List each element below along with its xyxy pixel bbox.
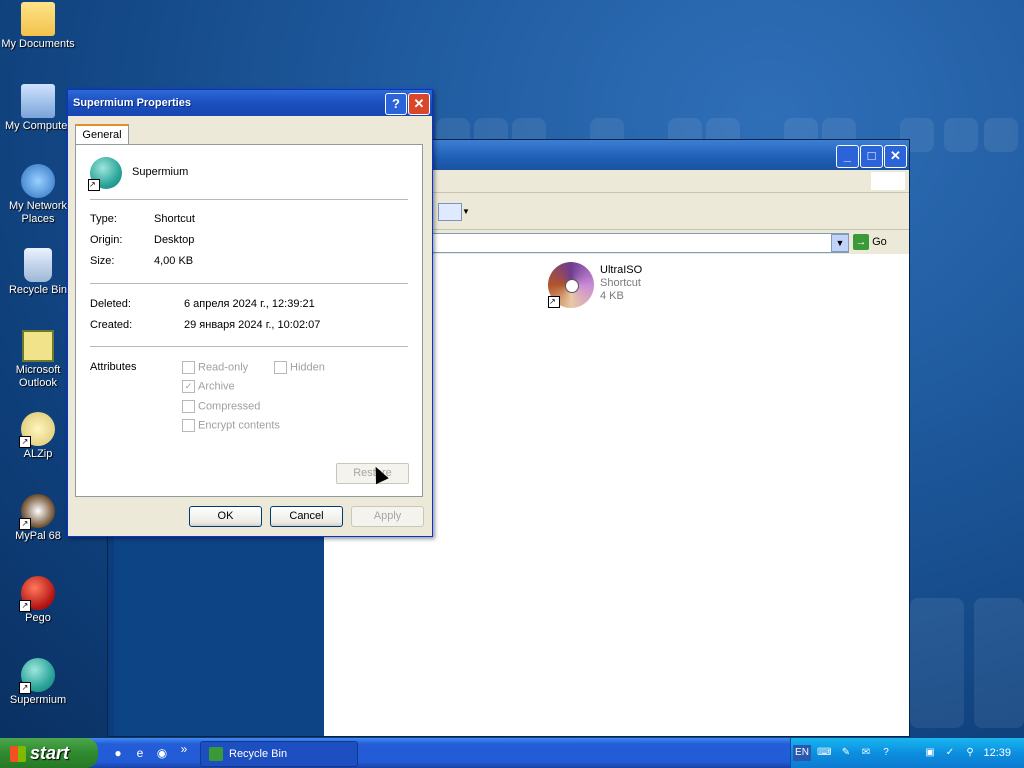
quicklaunch-chevron-icon[interactable]: » — [176, 741, 192, 757]
divider — [90, 346, 408, 347]
mypal-raccoon-icon: ↗ — [19, 494, 55, 530]
checkbox-box — [182, 400, 195, 413]
pego-icon: ↗ — [19, 576, 55, 612]
clock: 12:39 — [983, 747, 1011, 759]
taskbar-item-recycle-bin[interactable]: Recycle Bin — [200, 741, 358, 767]
desktop-decoration — [974, 598, 1024, 728]
type-row: Type: Shortcut — [90, 213, 195, 225]
desktop-decoration — [910, 598, 964, 728]
maximize-button[interactable]: □ — [860, 145, 883, 168]
internet-explorer-icon[interactable]: e — [132, 745, 148, 761]
close-button[interactable]: ✕ — [408, 93, 430, 115]
ok-button[interactable]: OK — [189, 506, 262, 527]
desktop-icon-my-network-places[interactable]: My Network Places — [0, 164, 76, 226]
windows-flag-icon — [10, 746, 26, 763]
toolbar: ▼ — [432, 193, 909, 230]
search-icon[interactable]: ⚲ — [963, 746, 977, 760]
supermium-icon: ↗ — [19, 658, 55, 694]
shortcut-arrow-icon: ↗ — [88, 179, 100, 191]
archive-checkbox[interactable]: ✓ Archive — [182, 380, 235, 393]
checkmark-icon: ✓ — [182, 380, 195, 393]
help-button[interactable]: ? — [385, 93, 407, 115]
checkbox-box — [182, 419, 195, 432]
tab-general[interactable]: General — [75, 124, 129, 146]
address-input[interactable] — [432, 233, 849, 253]
ultraiso-disc-icon: ↗ — [548, 262, 594, 308]
desktop-icon-supermium[interactable]: ↗ Supermium — [0, 658, 76, 707]
network-globe-icon — [21, 164, 55, 198]
size-row: Size: 4,00 KB — [90, 255, 194, 267]
shortcut-arrow-icon: ↗ — [548, 296, 560, 308]
media-icon[interactable]: ◉ — [154, 745, 170, 761]
shortcut-arrow-icon: ↗ — [19, 600, 31, 612]
apply-button[interactable]: Apply — [351, 506, 424, 527]
list-item[interactable]: ↗ UltraISO Shortcut 4 KB — [548, 262, 678, 312]
file-name: Supermium — [132, 166, 189, 178]
general-panel: ↗ Supermium Type: Shortcut Origin: Desktop… — [75, 144, 423, 497]
desktop-icon-alzip[interactable]: ↗ ALZip — [0, 412, 76, 461]
desktop-icon-mypal[interactable]: ↗ MyPal 68 — [0, 494, 76, 543]
desktop-icon-pego[interactable]: ↗ Pego — [0, 576, 76, 625]
keyboard-icon[interactable]: ⌨ — [817, 746, 831, 760]
hidden-checkbox[interactable]: Hidden — [274, 361, 325, 374]
address-dropdown-button[interactable]: ▼ — [831, 234, 849, 252]
computer-icon — [21, 84, 55, 118]
desktop-icon-recycle-bin[interactable]: Recycle Bin — [0, 248, 76, 297]
menu-bar — [432, 170, 909, 193]
desktop-decoration — [944, 118, 978, 152]
divider — [90, 283, 408, 284]
go-arrow-icon: → — [853, 234, 869, 250]
views-dropdown-icon[interactable]: ▼ — [462, 207, 470, 216]
recycle-bin-icon — [209, 747, 223, 762]
dialog-title: Supermium Properties — [73, 97, 191, 109]
folder-icon — [21, 2, 55, 36]
desktop-icon-my-documents[interactable]: My Documents — [0, 2, 76, 51]
messenger-icon[interactable]: ● — [110, 745, 126, 761]
supermium-icon: ↗ — [88, 157, 122, 191]
created-row: Created: 29 января 2024 г., 10:02:07 — [90, 319, 321, 331]
outlook-icon — [22, 330, 54, 362]
dialog-titlebar[interactable]: Supermium Properties ? ✕ — [68, 90, 432, 116]
divider — [90, 199, 408, 200]
task-pane — [114, 536, 324, 736]
pen-icon[interactable]: ✎ — [839, 746, 853, 760]
go-button[interactable]: → Go — [853, 234, 903, 250]
desktop-decoration — [984, 118, 1018, 152]
cancel-button[interactable]: Cancel — [270, 506, 343, 527]
minimize-button[interactable]: _ — [836, 145, 859, 168]
desktop-icon-my-computer[interactable]: My Computer — [0, 84, 76, 133]
close-button[interactable]: ✕ — [884, 145, 907, 168]
safely-remove-icon[interactable]: ✓ — [943, 746, 957, 760]
shortcut-arrow-icon: ↗ — [19, 436, 31, 448]
checkbox-box — [274, 361, 287, 374]
views-icon[interactable] — [438, 203, 462, 221]
address-bar: ▼ → Go — [432, 230, 909, 254]
shortcut-arrow-icon: ↗ — [19, 518, 31, 530]
readonly-checkbox[interactable]: Read-only — [182, 361, 248, 374]
system-tray: EN ⌨ ✎ ✉ ? ▣ ✓ ⚲ 12:39 — [790, 738, 1024, 768]
recycle-bin-icon — [24, 248, 52, 282]
compressed-checkbox[interactable]: Compressed — [182, 400, 260, 413]
network-icon[interactable]: ▣ — [923, 746, 937, 760]
desktop-icon-microsoft-outlook[interactable]: Microsoft Outlook — [0, 330, 76, 390]
start-button[interactable]: start — [0, 738, 98, 768]
alzip-icon: ↗ — [19, 412, 55, 448]
attributes-label: Attributes — [90, 361, 137, 373]
shortcut-arrow-icon: ↗ — [19, 682, 31, 694]
help-icon[interactable]: ? — [879, 746, 893, 760]
windows-logo-icon — [871, 172, 905, 190]
deleted-row: Deleted: 6 апреля 2024 г., 12:39:21 — [90, 298, 315, 310]
encrypt-checkbox[interactable]: Encrypt contents — [182, 419, 280, 432]
language-indicator[interactable]: EN — [793, 745, 811, 761]
taskbar: start ● e ◉ » Recycle Bin EN ⌨ ✎ ✉ ? ▣ ✓… — [0, 738, 1024, 768]
origin-row: Origin: Desktop — [90, 234, 195, 246]
chat-icon[interactable]: ✉ — [859, 746, 873, 760]
checkbox-box — [182, 361, 195, 374]
